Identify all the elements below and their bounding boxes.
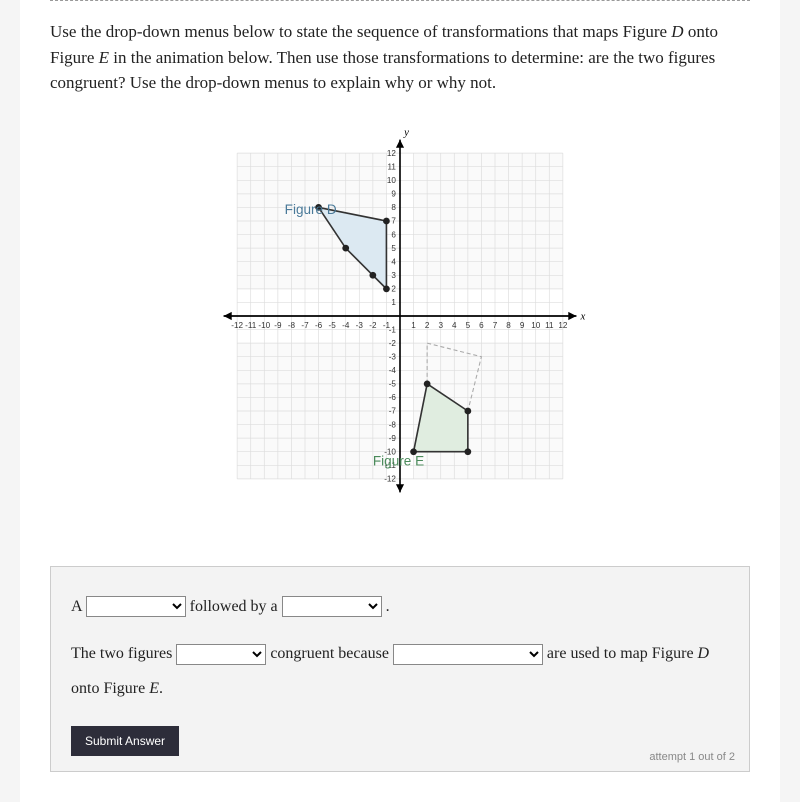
- svg-text:8: 8: [506, 321, 511, 330]
- y-axis-label: y: [403, 126, 409, 138]
- instr-fig1: D: [671, 22, 683, 41]
- svg-text:8: 8: [391, 203, 396, 212]
- figure-e-label: Figure E: [373, 453, 424, 468]
- answer-line-1: A followed by a .: [71, 589, 729, 624]
- answer-panel: A followed by a . The two figures congru…: [50, 566, 750, 773]
- svg-text:-3: -3: [389, 352, 397, 361]
- congruent-select[interactable]: [176, 644, 266, 665]
- instructions-text: Use the drop-down menus below to state t…: [50, 19, 750, 96]
- l2b: congruent because: [270, 645, 393, 662]
- instr-post: in the animation below. Then use those t…: [50, 48, 715, 93]
- svg-text:12: 12: [387, 148, 397, 157]
- svg-text:11: 11: [545, 321, 554, 330]
- svg-text:2: 2: [425, 321, 430, 330]
- svg-text:9: 9: [520, 321, 525, 330]
- svg-text:5: 5: [466, 321, 471, 330]
- svg-text:3: 3: [391, 271, 396, 280]
- svg-text:-4: -4: [389, 366, 397, 375]
- l2d: D: [698, 645, 710, 662]
- svg-text:-5: -5: [389, 379, 397, 388]
- svg-text:-8: -8: [389, 420, 397, 429]
- transform2-select[interactable]: [282, 596, 382, 617]
- svg-text:-7: -7: [301, 321, 309, 330]
- transform1-select[interactable]: [86, 596, 186, 617]
- svg-text:3: 3: [438, 321, 443, 330]
- svg-text:-2: -2: [369, 321, 377, 330]
- svg-text:9: 9: [391, 189, 396, 198]
- l1c: .: [386, 598, 390, 615]
- svg-text:11: 11: [387, 162, 396, 171]
- svg-text:4: 4: [452, 321, 457, 330]
- svg-text:-2: -2: [389, 338, 397, 347]
- svg-text:7: 7: [493, 321, 498, 330]
- svg-text:-9: -9: [389, 433, 397, 442]
- submit-button[interactable]: Submit Answer: [71, 726, 179, 756]
- svg-text:7: 7: [391, 216, 396, 225]
- svg-text:-12: -12: [384, 474, 396, 483]
- x-axis-label: x: [580, 310, 586, 322]
- svg-text:1: 1: [411, 321, 416, 330]
- l2e: E: [149, 680, 159, 697]
- reason-select[interactable]: [393, 644, 543, 665]
- svg-text:5: 5: [391, 243, 396, 252]
- svg-text:-1: -1: [389, 325, 397, 334]
- graph-area: -12-11-10-9-8-7-6-5-4-3-2-1 123456789101…: [50, 126, 750, 506]
- svg-text:1: 1: [391, 298, 396, 307]
- l1a: A: [71, 598, 86, 615]
- attempt-counter: attempt 1 out of 2: [649, 751, 735, 763]
- l2c: are used to map Figure: [547, 645, 698, 662]
- svg-text:12: 12: [558, 321, 568, 330]
- svg-text:-3: -3: [356, 321, 364, 330]
- svg-text:-6: -6: [389, 393, 397, 402]
- svg-text:10: 10: [531, 321, 541, 330]
- svg-text:-10: -10: [258, 321, 270, 330]
- l2mid: onto Figure: [71, 680, 149, 697]
- svg-text:-9: -9: [274, 321, 282, 330]
- figure-d-label: Figure D: [285, 202, 337, 217]
- svg-text:-7: -7: [389, 406, 397, 415]
- svg-text:-8: -8: [288, 321, 296, 330]
- top-divider: [50, 0, 750, 1]
- instr-fig2: E: [99, 48, 109, 67]
- svg-text:2: 2: [391, 284, 396, 293]
- answer-line-2: The two figures congruent because are us…: [71, 636, 729, 706]
- svg-text:-12: -12: [231, 321, 243, 330]
- l2end: .: [159, 680, 163, 697]
- svg-text:-4: -4: [342, 321, 350, 330]
- svg-text:4: 4: [391, 257, 396, 266]
- l1b: followed by a: [190, 598, 282, 615]
- l2a: The two figures: [71, 645, 176, 662]
- svg-text:-5: -5: [329, 321, 337, 330]
- svg-text:6: 6: [391, 230, 396, 239]
- instr-pre: Use the drop-down menus below to state t…: [50, 22, 671, 41]
- svg-text:-11: -11: [245, 321, 257, 330]
- problem-container: Use the drop-down menus below to state t…: [20, 0, 780, 802]
- coordinate-graph: -12-11-10-9-8-7-6-5-4-3-2-1 123456789101…: [190, 126, 610, 506]
- svg-text:6: 6: [479, 321, 484, 330]
- svg-text:-6: -6: [315, 321, 323, 330]
- svg-text:10: 10: [387, 176, 397, 185]
